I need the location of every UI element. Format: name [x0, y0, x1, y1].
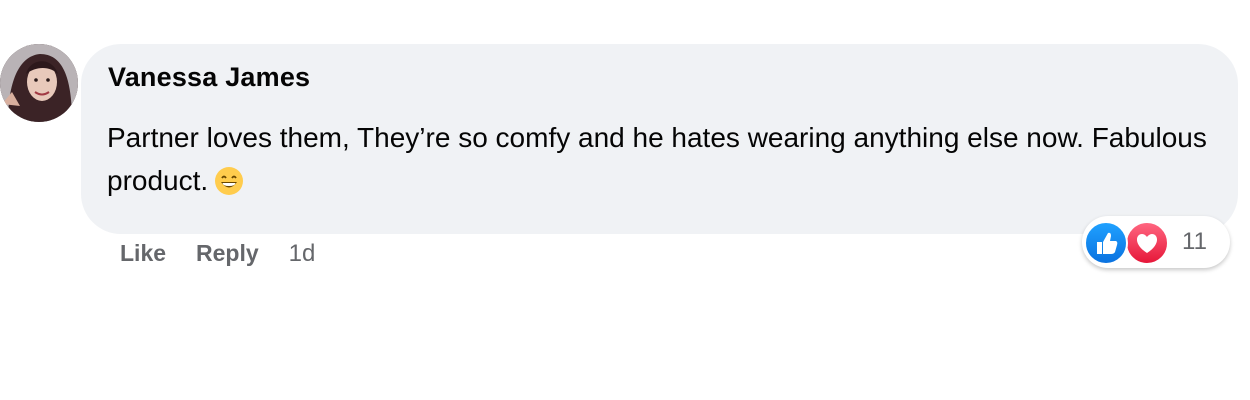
comment-actions: Like Reply 1d	[120, 240, 315, 268]
grinning-face-emoji-icon	[214, 165, 244, 195]
profile-photo	[0, 44, 78, 122]
love-reaction-icon	[1125, 221, 1169, 265]
like-button[interactable]: Like	[120, 240, 166, 267]
comment-text-container: Partner loves them, They’re so comfy and…	[107, 116, 1207, 202]
comment-author[interactable]: Vanessa James	[108, 62, 310, 93]
avatar[interactable]	[0, 44, 78, 122]
comment-text: Partner loves them, They’re so comfy and…	[107, 122, 1207, 196]
like-reaction-icon	[1084, 221, 1128, 265]
comment-timestamp[interactable]: 1d	[289, 240, 316, 268]
reaction-count: 11	[1182, 228, 1207, 255]
reply-button[interactable]: Reply	[196, 240, 259, 267]
reactions-summary[interactable]: 11	[1082, 216, 1230, 268]
